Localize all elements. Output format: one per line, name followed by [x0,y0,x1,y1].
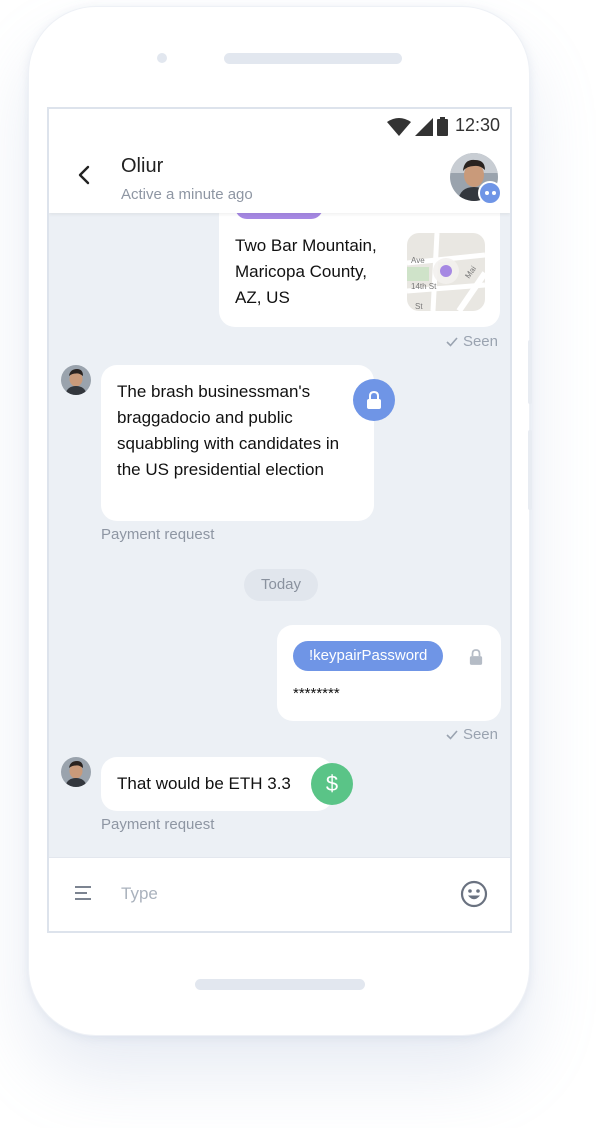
seen-indicator: Seen [446,333,498,350]
home-bar [195,979,365,990]
menu-icon[interactable] [75,884,93,902]
dollar-icon[interactable]: $ [311,763,353,805]
message-input[interactable] [121,880,431,908]
chat-header: Oliur Active a minute ago [49,143,510,213]
seen-label: Seen [462,333,498,350]
check-icon [446,336,458,347]
status-bar: 12:30 [49,109,510,143]
incoming-message[interactable]: The brash businessman's braggadocio and … [101,365,374,521]
payment-caption: Payment request [101,816,215,833]
camera [157,53,167,63]
location-text: Two Bar Mountain, Maricopa County, AZ, U… [235,236,377,307]
lock-icon [469,649,483,665]
password-message[interactable]: !keypairPassword ******** [277,625,501,721]
status-icons [387,117,448,136]
contact-name: Oliur [121,155,164,177]
seen-label: Seen [462,726,498,743]
payment-caption: Payment request [101,526,215,543]
sender-avatar[interactable] [61,757,91,787]
chat-screen: 12:30 Oliur Active a minute ago Two Bar … [47,107,512,933]
sender-avatar[interactable] [61,365,91,395]
map-label-st: St [415,302,423,311]
map-label-14th: 14th St [411,282,437,291]
date-divider: Today [244,569,318,601]
masked-password: ******** [293,685,340,702]
emoji-icon[interactable] [460,880,488,908]
map-pin [440,265,452,277]
check-icon [446,729,458,740]
battery-icon [437,117,448,136]
encrypted-badge [353,379,395,421]
incoming-message[interactable]: That would be ETH 3.3 [101,757,333,811]
speaker [224,53,402,64]
map-label-ave: Ave [411,256,425,265]
seen-indicator: Seen [446,726,498,743]
map-thumbnail[interactable]: Ave 14th St Mai St [407,233,485,311]
presence-badge [478,181,502,205]
password-chip[interactable]: !keypairPassword [293,641,444,671]
wifi-icon [387,118,411,136]
message-text: The brash businessman's braggadocio and … [117,382,340,479]
side-button [528,430,532,510]
back-arrow-icon[interactable] [73,163,97,187]
status-time: 12:30 [454,115,500,135]
contact-status: Active a minute ago [121,186,253,203]
lock-icon [367,391,381,409]
message-text: That would be ETH 3.3 [117,774,291,793]
signal-icon [415,118,433,136]
side-button [528,340,532,404]
message-composer [49,857,510,931]
